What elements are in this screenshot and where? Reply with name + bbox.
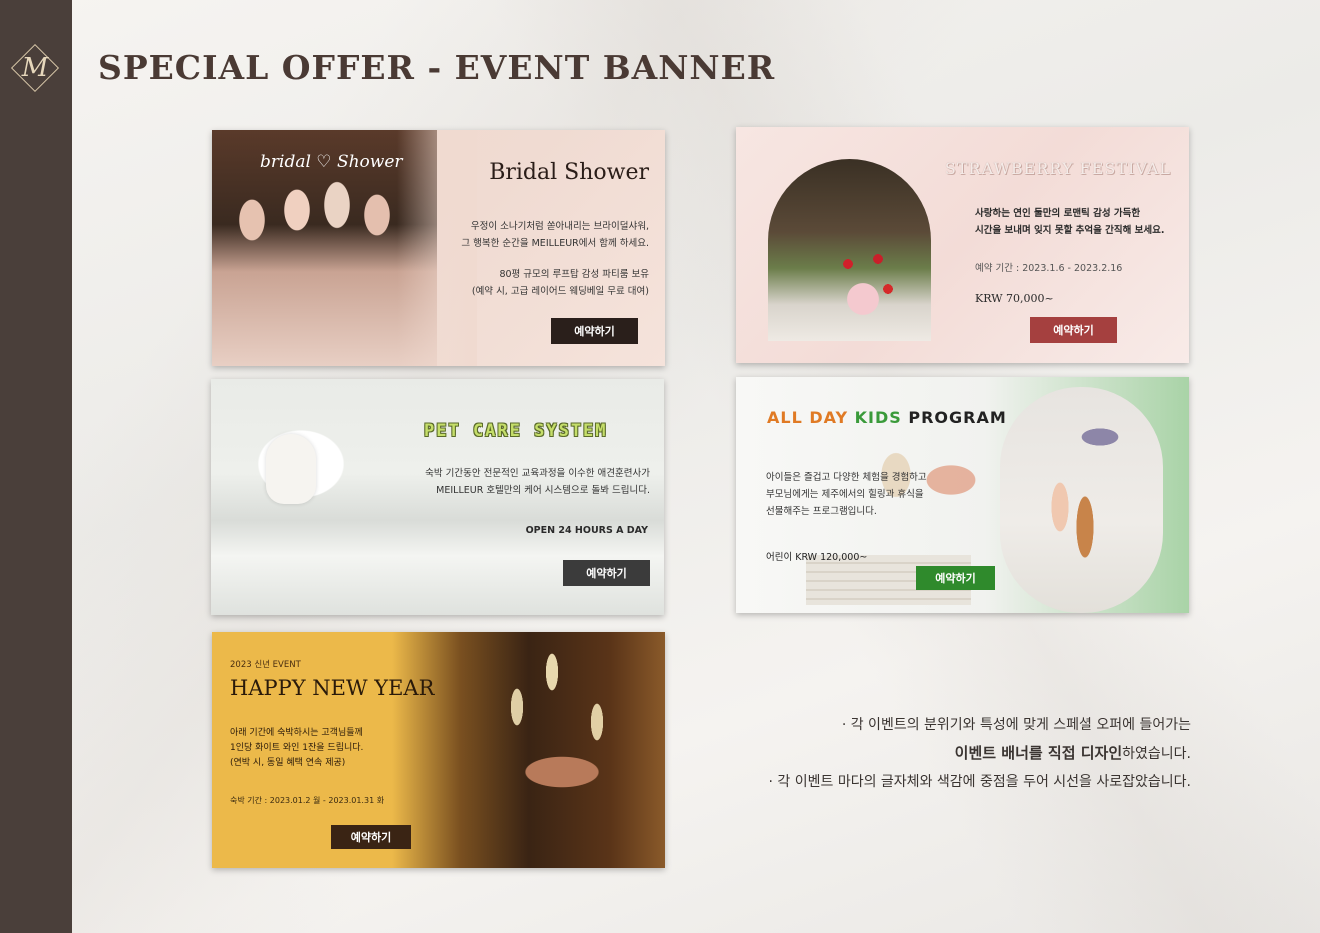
newyear-period: 숙박 기간 : 2023.01.2 월 - 2023.01.31 화	[230, 796, 385, 805]
newyear-book-button[interactable]: 예약하기	[331, 825, 411, 849]
pet-care-banner: PET CARE SYSTEM 숙박 기간동안 전문적인 교육과정을 이수한 애…	[211, 379, 664, 615]
pet-line: MEILLEUR 호텔만의 케어 시스템으로 돌봐 드립니다.	[436, 485, 650, 496]
strawberry-title: STRAWBERRY FESTIVAL	[944, 159, 1171, 178]
champagne-toast-photo	[392, 632, 665, 868]
caption-bold: 이벤트 배너를 직접 디자인	[954, 744, 1123, 762]
bridal-title: Bridal Shower	[489, 160, 649, 185]
pet-book-button[interactable]: 예약하기	[563, 560, 650, 586]
kids-line: 아이들은 즐겁고 다양한 체험을 경험하고	[766, 472, 927, 483]
strawberry-book-button[interactable]: 예약하기	[1030, 317, 1117, 343]
description-caption: · 각 이벤트의 분위기와 특성에 맞게 스페셜 오퍼에 들어가는 이벤트 배너…	[769, 711, 1191, 796]
newyear-title: HAPPY NEW YEAR	[230, 676, 435, 700]
kids-program-banner: ALL DAY KIDS PROGRAM 아이들은 즐겁고 다양한 체험을 경험…	[736, 377, 1189, 613]
bridal-line: 80평 규모의 루프탑 감성 파티룸 보유	[499, 269, 649, 280]
kids-title-part: PROGRAM	[908, 408, 1007, 427]
kids-title: ALL DAY KIDS PROGRAM	[767, 408, 1007, 427]
pet-title: PET CARE SYSTEM	[424, 421, 608, 441]
caption-rest: 하였습니다.	[1122, 746, 1191, 762]
pet-hours: OPEN 24 HOURS A DAY	[525, 525, 648, 536]
kids-photo	[1000, 387, 1163, 613]
caption-line: · 각 이벤트의 분위기와 특성에 맞게 스페셜 오퍼에 들어가는	[841, 717, 1191, 733]
bridal-details: 80평 규모의 루프탑 감성 파티룸 보유 (예약 시, 고급 레이어드 웨딩베…	[472, 266, 649, 300]
new-year-banner: 2023 신년 EVENT HAPPY NEW YEAR 아래 기간에 숙박하시…	[212, 632, 665, 868]
bridal-line: 그 행복한 순간을 MEILLEUR에서 함께 하세요.	[461, 238, 649, 249]
kids-price: 어린이 KRW 120,000~	[766, 552, 868, 563]
newyear-subtitle: 2023 신년 EVENT	[230, 660, 301, 670]
caption-line: · 각 이벤트 마다의 글자체와 색감에 중점을 두어 시선을 사로잡았습니다.	[768, 774, 1191, 790]
newyear-description: 아래 기간에 숙박하시는 고객님들께 1인당 화이트 와인 1잔을 드립니다. …	[230, 726, 363, 771]
kids-title-part: ALL DAY	[767, 408, 855, 427]
newyear-line: (연박 시, 동일 혜택 연속 제공)	[230, 758, 346, 768]
newyear-line: 1인당 화이트 와인 1잔을 드립니다.	[230, 743, 364, 753]
bridal-description: 우정이 소나기처럼 쏟아내리는 브라이덜샤워, 그 행복한 순간을 MEILLE…	[461, 218, 649, 252]
bridal-shower-banner: bridal ♡ Shower Bridal Shower 우정이 소나기처럼 …	[212, 130, 665, 366]
kids-book-button[interactable]: 예약하기	[916, 566, 995, 590]
kids-line: 부모님에게는 제주에서의 힐링과 휴식을	[766, 489, 924, 500]
bridal-book-button[interactable]: 예약하기	[551, 318, 638, 344]
strawberry-line: 시간을 보내며 잊지 못할 추억을 간직해 보세요.	[975, 225, 1165, 236]
pet-description: 숙박 기간동안 전문적인 교육과정을 이수한 애견훈련사가 MEILLEUR 호…	[425, 465, 650, 499]
strawberry-line: 사랑하는 연인 둘만의 로맨틱 감성 가득한	[975, 208, 1141, 219]
bridal-line: 우정이 소나기처럼 쏟아내리는 브라이덜샤워,	[470, 221, 649, 232]
kids-title-part: KIDS	[854, 408, 909, 427]
pet-line: 숙박 기간동안 전문적인 교육과정을 이수한 애견훈련사가	[425, 468, 650, 479]
strawberry-period: 예약 기간 : 2023.1.6 - 2023.2.16	[975, 263, 1123, 274]
bridal-script-text: bridal ♡ Shower	[260, 152, 403, 172]
bridal-line: (예약 시, 고급 레이어드 웨딩베일 무료 대여)	[471, 286, 649, 297]
caption-line-emphasis: 이벤트 배너를 직접 디자인하였습니다.	[769, 739, 1191, 768]
strawberry-festival-banner: STRAWBERRY FESTIVAL 사랑하는 연인 둘만의 로맨틱 감성 가…	[736, 127, 1189, 363]
kids-description: 아이들은 즐겁고 다양한 체험을 경험하고 부모님에게는 제주에서의 힐링과 휴…	[766, 469, 927, 520]
strawberry-price: KRW 70,000~	[975, 292, 1054, 305]
sidebar: M	[0, 0, 72, 933]
cat-photo	[266, 434, 316, 504]
logo-letter: M	[21, 53, 49, 83]
brand-logo: M	[10, 43, 60, 93]
strawberry-description: 사랑하는 연인 둘만의 로맨틱 감성 가득한 시간을 보내며 잊지 못할 추억을…	[975, 205, 1165, 239]
newyear-line: 아래 기간에 숙박하시는 고객님들께	[230, 728, 363, 738]
strawberry-photo	[768, 159, 931, 341]
kids-line: 선물해주는 프로그램입니다.	[766, 506, 877, 517]
page-title: SPECIAL OFFER - EVENT BANNER	[98, 48, 776, 87]
